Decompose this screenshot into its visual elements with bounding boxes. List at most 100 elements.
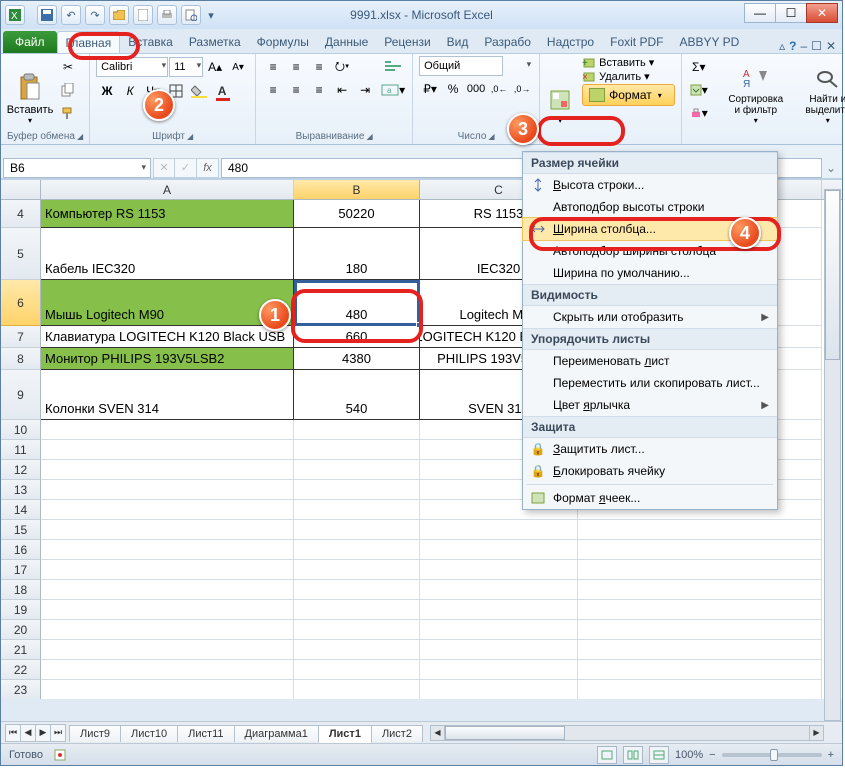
row-header[interactable]: 19 (1, 600, 41, 620)
fill-icon[interactable]: ▾ (688, 79, 710, 101)
dd-tab-color[interactable]: Цвет ярлычка▶ (523, 394, 777, 416)
cell[interactable] (578, 600, 822, 620)
dd-rename-sheet[interactable]: Переименовать лист (523, 350, 777, 372)
row-header[interactable]: 20 (1, 620, 41, 640)
align-right-icon[interactable]: ≡ (308, 79, 330, 101)
expand-formula-bar-icon[interactable]: ⌄ (822, 161, 840, 175)
row-header[interactable]: 21 (1, 640, 41, 660)
cell[interactable]: Мышь Logitech M90 (41, 280, 294, 326)
row-header[interactable]: 4 (1, 200, 41, 228)
col-header-B[interactable]: B (294, 180, 420, 199)
row-header[interactable]: 6 (1, 280, 41, 326)
cell[interactable]: 180 (294, 228, 420, 280)
workbook-close-icon[interactable]: ✕ (826, 39, 836, 53)
view-page-break-icon[interactable] (649, 746, 669, 764)
cell[interactable]: Монитор PHILIPS 193V5LSB2 (41, 348, 294, 370)
cell[interactable] (294, 640, 420, 660)
format-painter-icon[interactable] (57, 102, 79, 124)
cell[interactable] (420, 680, 578, 699)
row-header[interactable]: 15 (1, 520, 41, 540)
cell[interactable] (41, 440, 294, 460)
cell[interactable] (420, 620, 578, 640)
save-icon[interactable] (37, 5, 57, 25)
cell[interactable] (578, 560, 822, 580)
dd-autofit-row[interactable]: Автоподбор высоты строки (523, 196, 777, 218)
cell[interactable] (41, 560, 294, 580)
insert-function-icon[interactable]: fx (197, 158, 219, 178)
paste-button[interactable]: Вставить ▾ (7, 56, 53, 128)
zoom-percent[interactable]: 100% (675, 749, 703, 761)
zoom-slider-knob[interactable] (770, 749, 778, 761)
zoom-slider[interactable] (722, 753, 822, 757)
sheet-tab[interactable]: Лист9 (69, 725, 121, 742)
number-dialog-launcher-icon[interactable]: ◢ (488, 132, 494, 141)
alignment-dialog-launcher-icon[interactable]: ◢ (366, 132, 372, 141)
cell[interactable]: Кабель IEC320 (41, 228, 294, 280)
dd-lock-cell[interactable]: 🔒Блокировать ячейку (523, 460, 777, 482)
underline-icon[interactable]: Ч▾ (142, 80, 164, 102)
dd-autofit-col[interactable]: Автоподбор ширины столбца (523, 240, 777, 262)
row-header[interactable]: 11 (1, 440, 41, 460)
increase-font-icon[interactable]: A▴ (204, 56, 226, 78)
tab-addins[interactable]: Надстро (539, 31, 602, 53)
cell[interactable] (294, 560, 420, 580)
sheet-nav-last-icon[interactable]: ⏭ (50, 724, 66, 742)
cell[interactable] (41, 540, 294, 560)
cell[interactable]: Клавиатура LOGITECH K120 Black USB (41, 326, 294, 348)
row-header[interactable]: 5 (1, 228, 41, 280)
sheet-nav-prev-icon[interactable]: ◀ (20, 724, 36, 742)
dd-hide-unhide[interactable]: Скрыть или отобразить▶ (523, 306, 777, 328)
close-button[interactable]: ✕ (806, 3, 838, 23)
row-header[interactable]: 10 (1, 420, 41, 440)
hscroll-right-icon[interactable]: ▶ (809, 726, 823, 740)
cell[interactable]: Компьютер RS 1153 (41, 200, 294, 228)
cell[interactable] (294, 620, 420, 640)
minimize-button[interactable]: — (744, 3, 776, 23)
help-icon[interactable]: ? (789, 39, 796, 53)
wrap-text-icon[interactable] (380, 56, 406, 78)
open-icon[interactable] (109, 5, 129, 25)
dd-column-width[interactable]: Ширина столбца... (522, 217, 778, 241)
hscroll-left-icon[interactable]: ◀ (431, 726, 445, 740)
cell[interactable] (420, 640, 578, 660)
vscroll-thumb[interactable] (825, 190, 840, 360)
maximize-button[interactable]: ☐ (775, 3, 807, 23)
cell[interactable]: 4380 (294, 348, 420, 370)
cell[interactable] (41, 600, 294, 620)
sheet-nav-first-icon[interactable]: ⏮ (5, 724, 21, 742)
cell[interactable] (578, 660, 822, 680)
workbook-restore-icon[interactable]: ☐ (811, 39, 822, 53)
workbook-minimize-icon[interactable]: – (800, 39, 807, 53)
sheet-nav-next-icon[interactable]: ▶ (35, 724, 51, 742)
cell[interactable] (41, 640, 294, 660)
hscroll-thumb[interactable] (445, 726, 565, 740)
cell[interactable]: 540 (294, 370, 420, 420)
horizontal-scrollbar[interactable]: ◀ ▶ (430, 725, 824, 741)
decrease-indent-icon[interactable]: ⇤ (331, 79, 353, 101)
row-header[interactable]: 12 (1, 460, 41, 480)
redo-icon[interactable]: ↷ (85, 5, 105, 25)
row-header[interactable]: 23 (1, 680, 41, 699)
cells-delete-icon[interactable]: ×Удалить▾ (582, 70, 650, 83)
font-size-combo[interactable] (169, 57, 203, 77)
cell[interactable] (41, 660, 294, 680)
find-select-button[interactable]: Найти и выделить▾ (794, 56, 845, 128)
font-dialog-launcher-icon[interactable]: ◢ (187, 132, 193, 141)
dd-row-height[interactable]: Высота строки... (523, 174, 777, 196)
cell[interactable] (294, 660, 420, 680)
row-header[interactable]: 8 (1, 348, 41, 370)
tab-home[interactable]: Главная (57, 31, 121, 53)
select-all-corner[interactable] (1, 180, 41, 199)
accounting-format-icon[interactable]: ₽▾ (419, 78, 441, 100)
percent-format-icon[interactable]: % (442, 78, 464, 100)
clipboard-dialog-launcher-icon[interactable]: ◢ (77, 132, 83, 141)
tab-file[interactable]: Файл (3, 31, 57, 53)
tab-foxit[interactable]: Foxit PDF (602, 31, 671, 53)
sheet-tab[interactable]: Лист11 (177, 725, 234, 742)
cell[interactable] (420, 540, 578, 560)
cell[interactable] (294, 680, 420, 699)
row-header[interactable]: 13 (1, 480, 41, 500)
new-icon[interactable] (133, 5, 153, 25)
cell[interactable] (420, 600, 578, 620)
cell[interactable] (294, 540, 420, 560)
